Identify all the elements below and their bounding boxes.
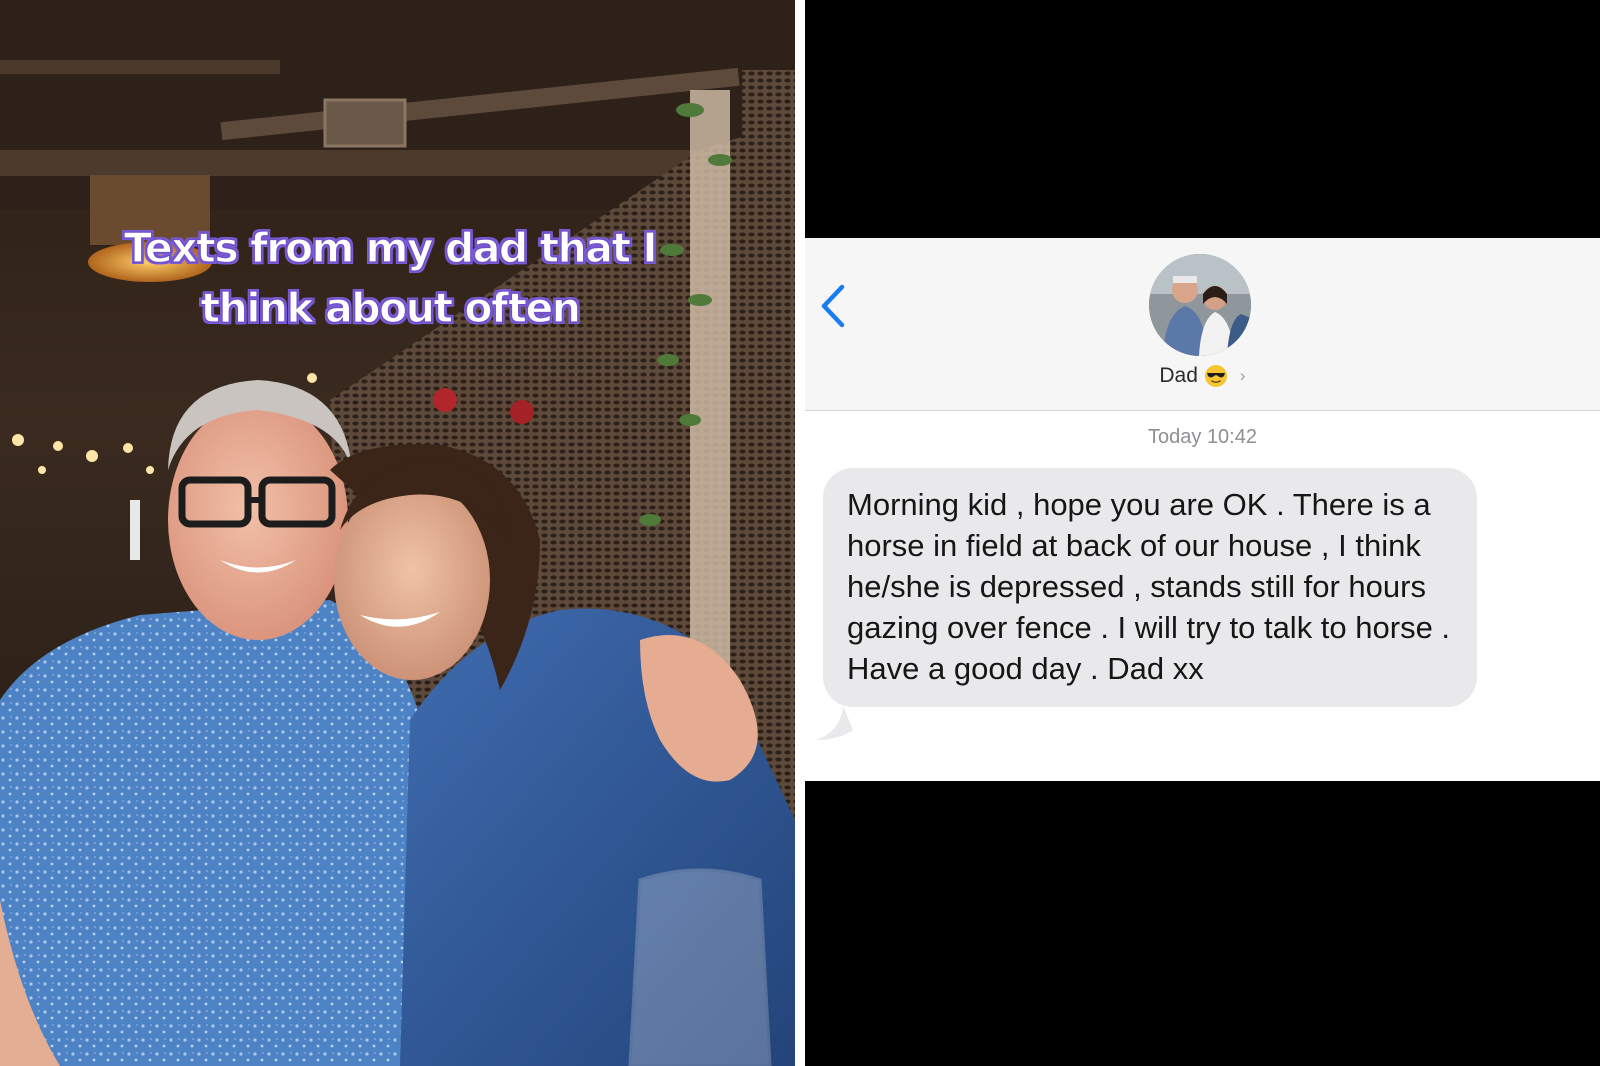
collage: Texts from my dad that I think about oft… (0, 0, 1600, 1066)
contact-name: Dad (1159, 364, 1198, 387)
message-timestamp: Today 10:42 (805, 426, 1600, 449)
conversation-header: Dad › (805, 238, 1600, 411)
avatar-photo (1149, 254, 1251, 356)
chevron-left-icon (821, 284, 845, 328)
contact-name-button[interactable]: Dad › (805, 364, 1600, 388)
selfie-photo: Texts from my dad that I think about oft… (0, 0, 795, 1066)
incoming-message-bubble[interactable]: Morning kid , hope you are OK . There is… (823, 468, 1477, 707)
bubble-tail (815, 706, 853, 740)
chevron-right-icon: › (1239, 366, 1246, 385)
sunglasses-emoji-icon (1204, 365, 1227, 387)
caption-line-2: think about often (200, 283, 582, 332)
messages-screenshot: Dad › Today 10:42 Morning kid , hope you… (805, 0, 1600, 1066)
conversation-view: Dad › Today 10:42 Morning kid , hope you… (805, 238, 1600, 781)
back-button[interactable] (813, 278, 853, 334)
timestamp-time: 10:42 (1206, 426, 1257, 448)
restaurant-scene-image (0, 0, 795, 1066)
message-text: Morning kid , hope you are OK . There is… (847, 487, 1451, 686)
video-caption-text: Texts from my dad that I think about oft… (80, 218, 700, 338)
caption-line-1: Texts from my dad that I (123, 223, 658, 272)
panel-divider (795, 0, 805, 1066)
contact-avatar[interactable] (1149, 254, 1251, 356)
timestamp-day: Today (1148, 426, 1202, 448)
